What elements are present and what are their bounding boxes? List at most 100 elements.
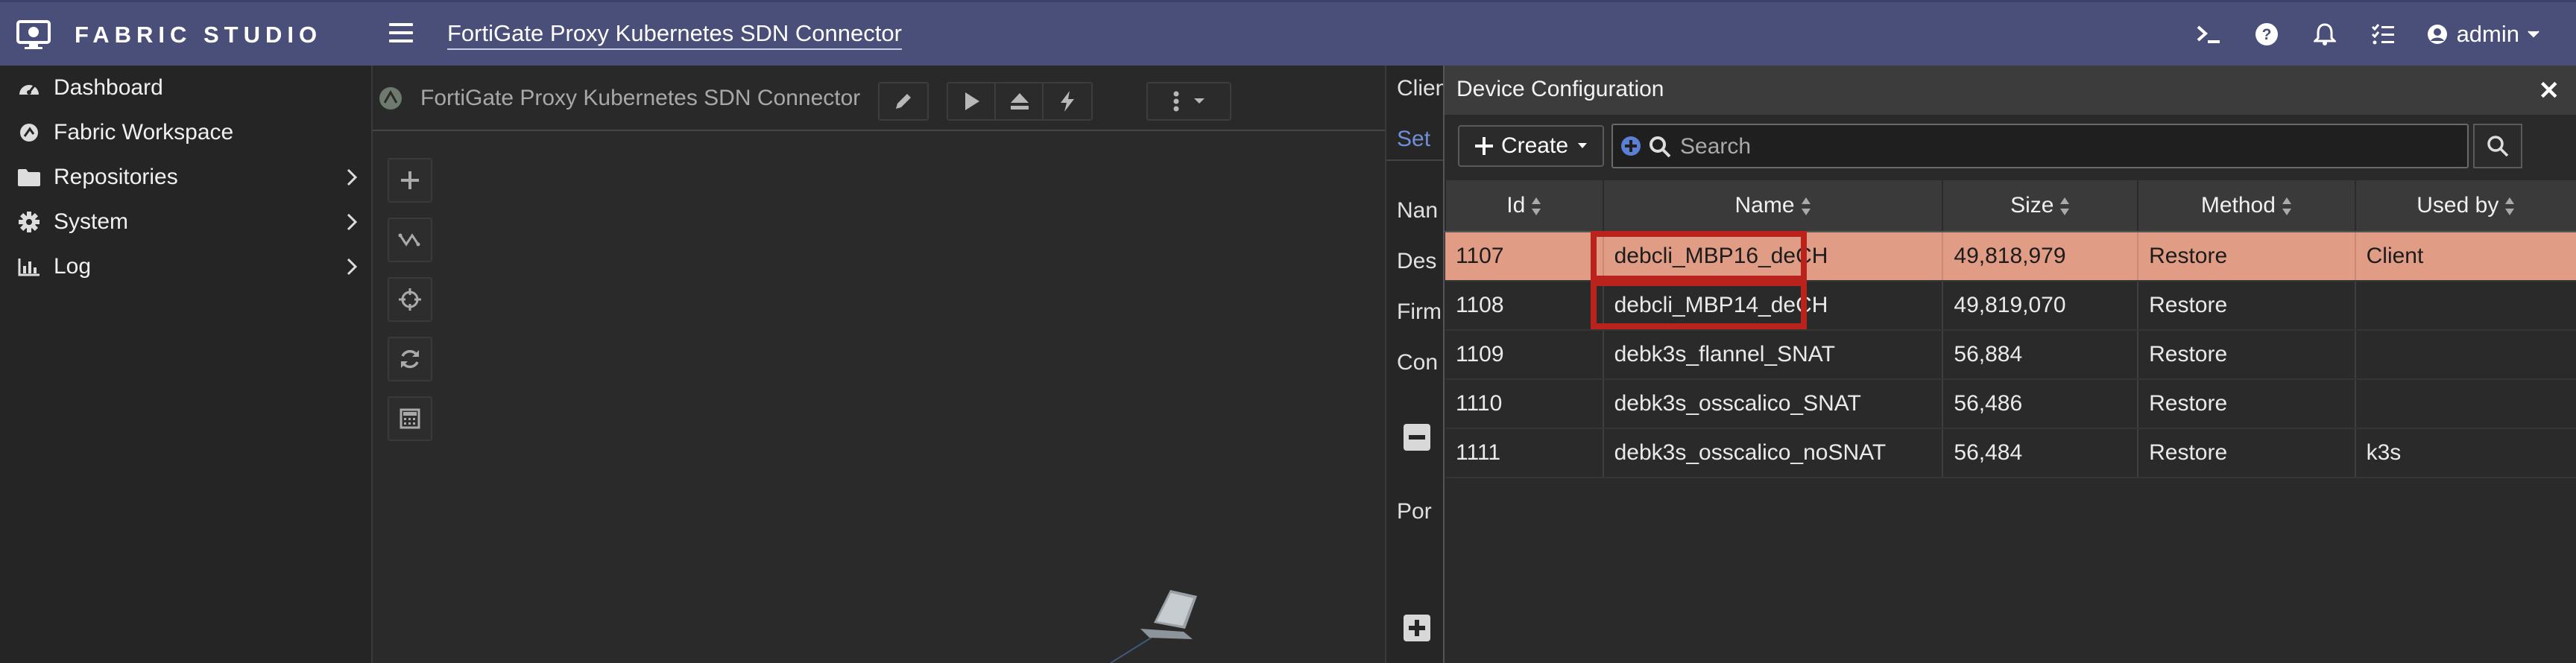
search-icon bbox=[2487, 136, 2509, 157]
cell-name: debk3s_flannel_SNAT bbox=[1603, 330, 1944, 380]
terminal-icon[interactable] bbox=[2179, 2, 2238, 66]
column-header-id[interactable]: Id bbox=[1445, 179, 1604, 232]
fabric-logo-icon bbox=[379, 87, 402, 110]
search-field bbox=[1611, 124, 2469, 168]
table-row[interactable]: 1108 debcli_MBP14_deCH 49,819,070 Restor… bbox=[1445, 281, 2576, 331]
client-panel: Clien Set Nan Des Firm Con Por bbox=[1385, 66, 1446, 663]
top-bar: FABRIC STUDIO FortiGate Proxy Kubernetes… bbox=[0, 0, 2576, 66]
column-label: Method bbox=[2200, 193, 2276, 218]
table-row[interactable]: 1109 debk3s_flannel_SNAT 56,884 Restore bbox=[1445, 330, 2576, 380]
column-header-method[interactable]: Method bbox=[2137, 179, 2356, 232]
table-row[interactable]: 1111 debk3s_osscalico_noSNAT 56,484 Rest… bbox=[1445, 428, 2576, 478]
collapse-section-icon[interactable] bbox=[1403, 423, 1431, 451]
cell-method: Restore bbox=[2138, 330, 2356, 380]
workspace-title: FortiGate Proxy Kubernetes SDN Connector bbox=[420, 86, 861, 110]
sidebar-item-system[interactable]: System bbox=[0, 200, 371, 244]
sidebar-item-label: Dashboard bbox=[54, 75, 163, 100]
plus-icon bbox=[401, 171, 419, 189]
tab-settings[interactable]: Set bbox=[1397, 127, 1430, 152]
sidebar-item-label: System bbox=[54, 209, 129, 234]
cell-used-by bbox=[2355, 281, 2576, 331]
sort-icon bbox=[2505, 197, 2515, 216]
add-port-icon[interactable] bbox=[1403, 614, 1431, 642]
cell-name: debk3s_osscalico_noSNAT bbox=[1603, 428, 1944, 478]
sort-icon bbox=[2060, 197, 2070, 216]
field-label-description: Des bbox=[1397, 249, 1437, 273]
cell-size: 56,484 bbox=[1942, 428, 2139, 478]
gear-icon bbox=[16, 211, 42, 233]
start-button[interactable] bbox=[947, 82, 997, 121]
search-input[interactable] bbox=[1679, 131, 2457, 162]
column-label: Id bbox=[1506, 193, 1526, 218]
edit-button[interactable] bbox=[878, 82, 929, 121]
laptop-device-node[interactable] bbox=[1111, 580, 1208, 663]
eject-button[interactable] bbox=[994, 82, 1045, 121]
calculator-icon bbox=[400, 408, 420, 429]
crosshair-icon bbox=[399, 288, 421, 311]
hamburger-menu-icon[interactable] bbox=[389, 23, 413, 45]
bell-icon[interactable] bbox=[2296, 2, 2354, 66]
sidebar-item-dashboard[interactable]: Dashboard bbox=[0, 66, 371, 110]
column-header-size[interactable]: Size bbox=[1942, 179, 2139, 232]
more-actions-button[interactable] bbox=[1146, 82, 1231, 121]
connection-icon bbox=[398, 233, 420, 247]
table-header-row: Id Name Size Method Used by bbox=[1445, 179, 2576, 232]
dialog-title: Device Configuration bbox=[1456, 77, 1664, 101]
chevron-right-icon bbox=[347, 213, 358, 231]
sort-icon bbox=[1801, 197, 1811, 216]
sort-icon bbox=[1532, 197, 1541, 216]
chevron-down-icon bbox=[2528, 30, 2539, 37]
help-icon[interactable]: ? bbox=[2238, 2, 2296, 66]
refresh-icon bbox=[401, 349, 419, 369]
sidebar-item-fabric-workspace[interactable]: Fabric Workspace bbox=[0, 110, 371, 155]
dialog-header: Device Configuration ✕ bbox=[1445, 66, 2576, 115]
power-button[interactable] bbox=[1042, 82, 1093, 121]
tab-divider bbox=[1386, 159, 1446, 161]
cell-id: 1108 bbox=[1445, 281, 1604, 331]
sidebar-item-log[interactable]: Log bbox=[0, 244, 371, 289]
sidebar: Dashboard Fabric Workspace Repositories … bbox=[0, 66, 373, 663]
field-label-ports: Por bbox=[1397, 499, 1432, 524]
cell-used-by bbox=[2355, 379, 2576, 429]
fabric-studio-logo-icon bbox=[16, 20, 51, 49]
sort-icon bbox=[2282, 197, 2291, 216]
cell-size: 49,818,979 bbox=[1942, 232, 2139, 282]
cell-id: 1110 bbox=[1445, 379, 1604, 429]
play-icon bbox=[965, 92, 979, 110]
cell-method: Restore bbox=[2138, 379, 2356, 429]
chart-icon bbox=[16, 257, 42, 276]
eject-icon bbox=[1011, 93, 1029, 110]
column-header-used-by[interactable]: Used by bbox=[2354, 179, 2576, 232]
column-header-name[interactable]: Name bbox=[1602, 179, 1944, 232]
cell-name: debcli_MBP16_deCH bbox=[1603, 232, 1944, 282]
breadcrumb-title[interactable]: FortiGate Proxy Kubernetes SDN Connector bbox=[447, 20, 902, 50]
refresh-button[interactable] bbox=[388, 337, 432, 381]
chevron-down-icon bbox=[1578, 143, 1588, 148]
user-menu[interactable]: admin bbox=[2412, 21, 2576, 48]
cell-method: Restore bbox=[2138, 428, 2356, 478]
cell-name: debcli_MBP14_deCH bbox=[1603, 281, 1944, 331]
cell-name: debk3s_osscalico_SNAT bbox=[1603, 379, 1944, 429]
configuration-table: Id Name Size Method Used by 1107 debcli_… bbox=[1445, 179, 2576, 478]
folder-icon bbox=[16, 168, 42, 187]
dashboard-icon bbox=[16, 78, 42, 98]
fabric-workspace: FortiGate Proxy Kubernetes SDN Connector bbox=[373, 66, 1385, 663]
center-view-button[interactable] bbox=[388, 277, 432, 322]
add-device-button[interactable] bbox=[388, 158, 432, 203]
search-button[interactable] bbox=[2473, 124, 2522, 168]
brand-name: FABRIC STUDIO bbox=[75, 22, 323, 48]
grid-view-button[interactable] bbox=[388, 396, 432, 441]
connect-button[interactable] bbox=[388, 218, 432, 262]
create-label: Create bbox=[1500, 133, 1569, 158]
cell-used-by bbox=[2355, 330, 2576, 380]
table-row[interactable]: 1110 debk3s_osscalico_SNAT 56,486 Restor… bbox=[1445, 379, 2576, 429]
cell-used-by: Client bbox=[2355, 232, 2576, 282]
cell-size: 56,486 bbox=[1942, 379, 2139, 429]
create-button[interactable]: Create bbox=[1458, 125, 1604, 167]
close-icon[interactable]: ✕ bbox=[2539, 76, 2560, 106]
sidebar-item-repositories[interactable]: Repositories bbox=[0, 155, 371, 200]
table-row[interactable]: 1107 debcli_MBP16_deCH 49,818,979 Restor… bbox=[1445, 232, 2576, 282]
add-filter-icon[interactable] bbox=[1620, 136, 1641, 156]
tasks-icon[interactable] bbox=[2354, 2, 2412, 66]
cell-size: 49,819,070 bbox=[1942, 281, 2139, 331]
